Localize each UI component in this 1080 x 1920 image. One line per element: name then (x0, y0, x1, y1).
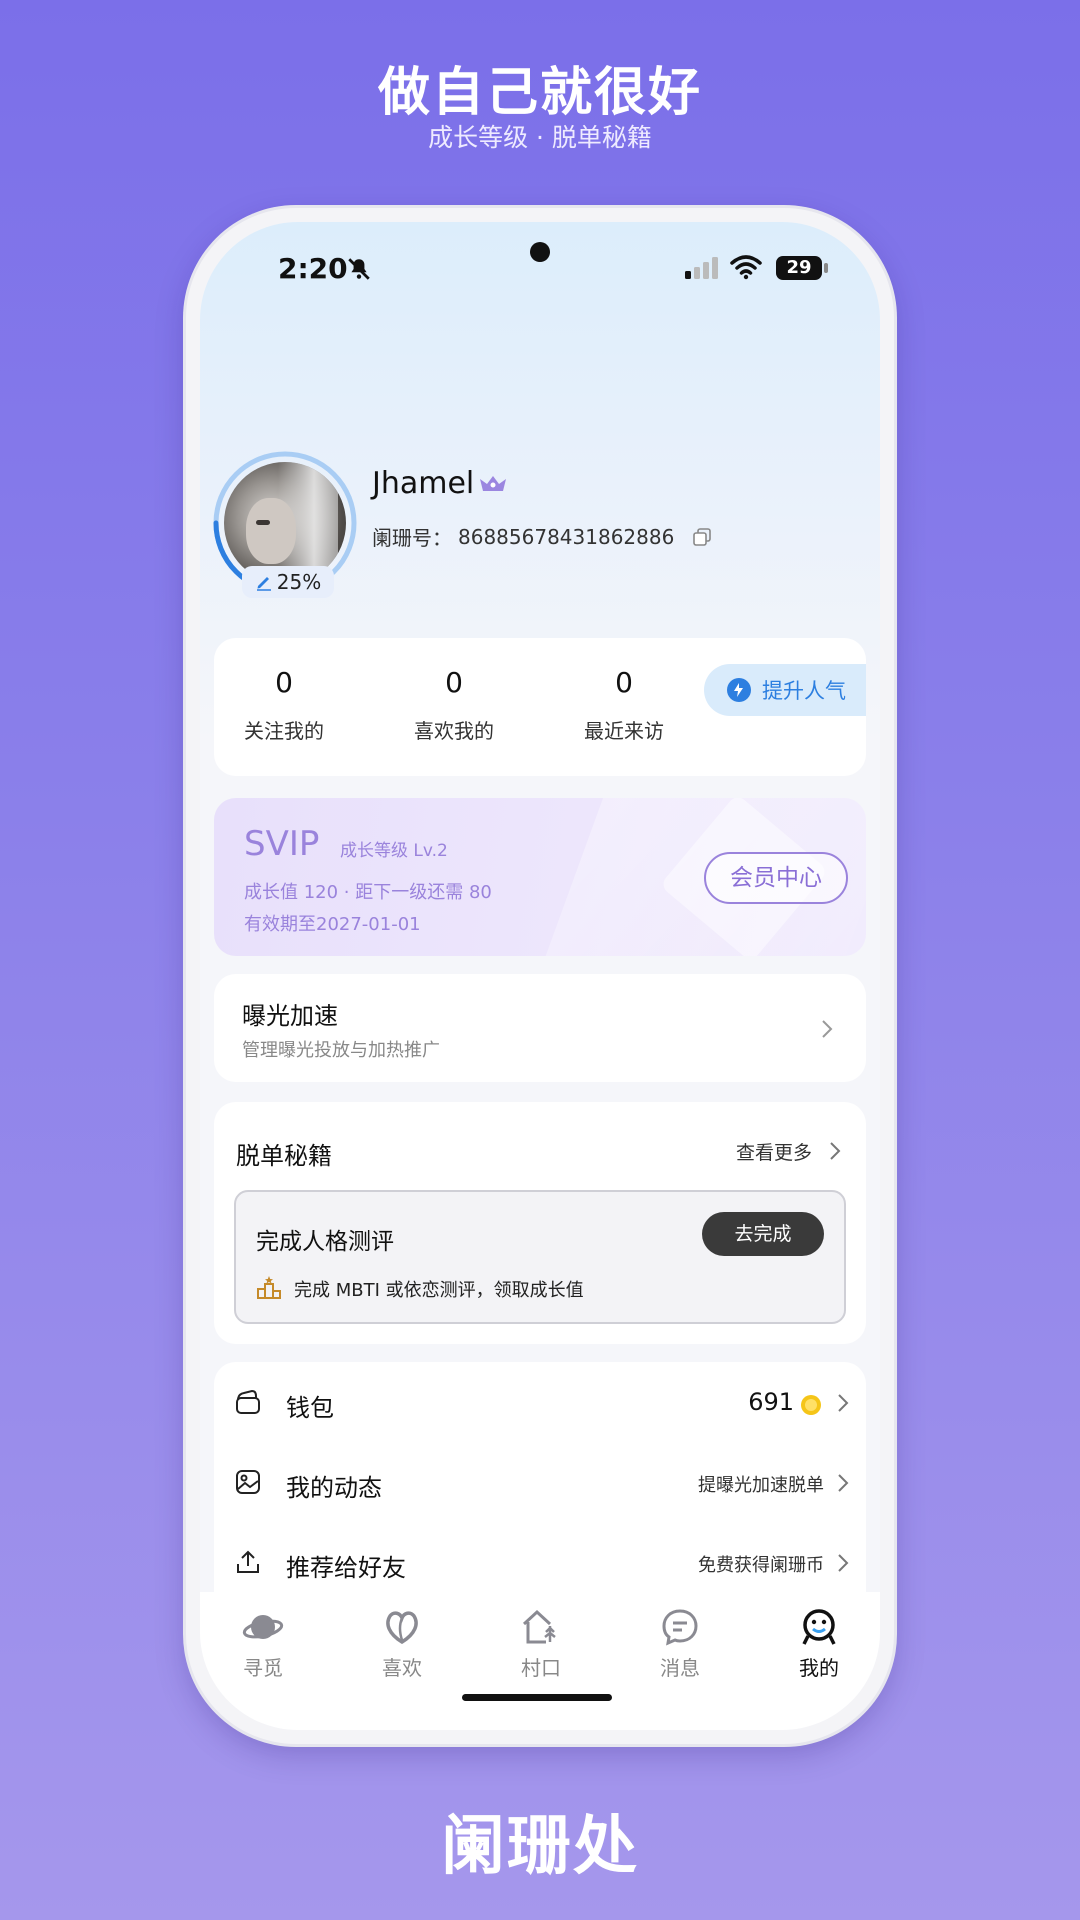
menu-item-wallet[interactable]: 钱包 691 (214, 1362, 866, 1442)
go-complete-button[interactable]: 去完成 (702, 1212, 824, 1256)
stat-label: 喜欢我的 (414, 719, 494, 743)
coin-icon (801, 1395, 821, 1415)
home-indicator[interactable] (462, 1694, 612, 1701)
boost-popularity-label: 提升人气 (762, 679, 846, 703)
user-id-row: 阑珊号： 86885678431862886 (372, 522, 712, 551)
bell-muted-icon (348, 258, 370, 280)
chevron-right-icon (822, 1020, 833, 1038)
user-id-label: 阑珊号： (372, 526, 452, 550)
stat-value: 0 (615, 666, 633, 699)
profile-completion-badge[interactable]: 25% (242, 566, 334, 598)
tab-label: 我的 (799, 1656, 839, 1680)
menu-list: 钱包 691 我的动态 提曝光加速脱单 推荐给好友 免费获得阑珊币 (214, 1362, 866, 1622)
view-more-link[interactable]: 查看更多 (736, 1138, 812, 1165)
chevron-right-icon (838, 1474, 849, 1492)
copy-icon[interactable] (692, 527, 712, 547)
chevron-right-icon (838, 1394, 849, 1412)
menu-label: 我的动态 (286, 1474, 382, 1502)
user-id-value: 86885678431862886 (458, 524, 675, 549)
crown-icon (480, 475, 507, 491)
bottom-tab-bar: 寻觅 喜欢 村口 消息 我的 (200, 1592, 880, 1730)
brand-logo: 阑珊处 (441, 1810, 639, 1884)
vip-title: SVIP (244, 824, 320, 864)
dating-tips-title: 脱单秘籍 (236, 1142, 332, 1170)
personality-test-task[interactable]: 完成人格测评 去完成 完成 MBTI 或依恋测评，领取成长值 (234, 1190, 846, 1324)
avatar-container[interactable]: 25% (212, 450, 358, 598)
wallet-balance: 691 (748, 1388, 794, 1416)
village-icon (522, 1609, 556, 1644)
gallery-icon (236, 1470, 260, 1494)
tab-label: 寻觅 (243, 1656, 283, 1680)
pencil-icon (256, 577, 271, 591)
boost-popularity-button[interactable]: 提升人气 (704, 664, 866, 716)
heart-leaf-icon (386, 1611, 418, 1645)
stat-value: 0 (275, 666, 293, 699)
menu-hint: 免费获得阑珊币 (698, 1555, 824, 1576)
menu-label: 推荐给好友 (286, 1554, 406, 1582)
tab-me[interactable]: 我的 (769, 1606, 869, 1681)
phone-frame: 2:20 29 25% Jhamel 阑珊号： 8688567843186288… (186, 208, 894, 1744)
exposure-title: 曝光加速 (242, 1002, 338, 1030)
vip-expiry: 有效期至2027-01-01 (244, 914, 421, 935)
arrow-up-circle-icon (727, 678, 751, 702)
app-screen: 2:20 29 25% Jhamel 阑珊号： 8688567843186288… (200, 222, 880, 1730)
task-title: 完成人格测评 (256, 1229, 394, 1255)
promo-headline: 做自己就很好 (377, 63, 702, 123)
wallet-icon (236, 1389, 260, 1414)
profile-completion-text: 25% (276, 570, 322, 594)
signal-icon (685, 257, 718, 279)
stat-likes[interactable]: 0 喜欢我的 (384, 666, 524, 744)
chevron-right-icon (838, 1554, 849, 1572)
username: Jhamel (372, 466, 475, 501)
wifi-icon (730, 255, 762, 280)
me-icon (802, 1609, 836, 1645)
username-row: Jhamel (372, 466, 508, 501)
exposure-boost-card[interactable]: 曝光加速 管理曝光投放与加热推广 (214, 974, 866, 1082)
tab-village[interactable]: 村口 (491, 1606, 591, 1681)
stat-followers[interactable]: 0 关注我的 (214, 666, 354, 744)
stat-value: 0 (445, 666, 463, 699)
stat-label: 关注我的 (244, 719, 324, 743)
battery-indicator: 29 (776, 256, 822, 280)
battery-tip (824, 263, 828, 273)
planet-icon (242, 1615, 284, 1639)
stat-label: 最近来访 (584, 719, 664, 743)
member-center-button[interactable]: 会员中心 (704, 852, 848, 904)
vip-growth: 成长值 120 · 距下一级还需 80 (244, 882, 492, 903)
chevron-right-icon[interactable] (828, 1140, 842, 1162)
promo-subhead: 成长等级 · 脱单秘籍 (428, 123, 652, 152)
tab-messages[interactable]: 消息 (630, 1606, 730, 1681)
share-icon (237, 1550, 259, 1573)
stat-visitors[interactable]: 0 最近来访 (554, 666, 694, 744)
exposure-subtitle: 管理曝光投放与加热推广 (242, 1040, 440, 1061)
menu-hint: 提曝光加速脱单 (698, 1475, 824, 1496)
svip-card[interactable]: SVIP 成长等级 Lv.2 成长值 120 · 距下一级还需 80 有效期至2… (214, 798, 866, 956)
menu-item-recommend-friends[interactable]: 推荐给好友 免费获得阑珊币 (214, 1522, 866, 1602)
menu-label: 钱包 (286, 1394, 334, 1422)
stats-card: 0 关注我的 0 喜欢我的 0 最近来访 提升人气 (214, 638, 866, 776)
podium-icon (257, 1276, 281, 1299)
menu-item-my-posts[interactable]: 我的动态 提曝光加速脱单 (214, 1442, 866, 1522)
tab-label: 喜欢 (382, 1656, 422, 1680)
message-icon (662, 1609, 698, 1646)
task-description: 完成 MBTI 或依恋测评，领取成长值 (294, 1280, 584, 1301)
dating-tips-card: 脱单秘籍 查看更多 完成人格测评 去完成 完成 MBTI 或依恋测评，领取成长值 (214, 1102, 866, 1344)
tab-label: 消息 (660, 1656, 700, 1680)
tab-explore[interactable]: 寻觅 (213, 1606, 313, 1681)
camera-hole (530, 242, 550, 262)
vip-level: 成长等级 Lv.2 (340, 841, 448, 861)
status-time: 2:20 (278, 252, 348, 285)
tab-likes[interactable]: 喜欢 (352, 1606, 452, 1681)
tab-label: 村口 (521, 1656, 561, 1680)
